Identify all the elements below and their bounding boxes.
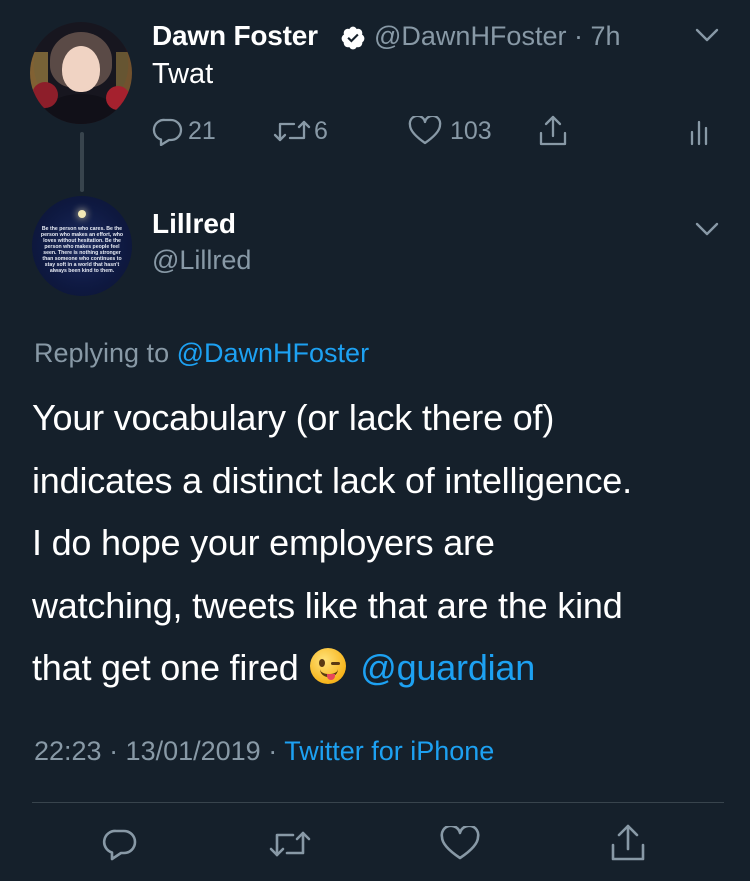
avatar-lillred[interactable]: Be the person who cares. Be the person w… <box>32 196 132 296</box>
reply-icon <box>152 118 183 146</box>
tweet-source-link[interactable]: Twitter for iPhone <box>284 736 494 766</box>
retweet-icon <box>273 120 311 142</box>
tweet-body: Your vocabulary (or lack there of) indic… <box>32 387 722 700</box>
tweet-body-line: Your vocabulary (or lack there of) <box>32 397 555 438</box>
author-handle[interactable]: @Lillred <box>152 245 251 276</box>
parent-analytics-button[interactable] <box>688 118 712 148</box>
parent-handle: @DawnHFoster <box>374 21 567 51</box>
parent-retweet-button[interactable]: 6 <box>272 116 328 146</box>
tweet-body-last-line: that get one fired @guardian <box>32 637 722 700</box>
reply-icon <box>102 829 137 861</box>
avatar-face <box>62 46 100 92</box>
parent-retweet-count: 6 <box>314 116 328 145</box>
replying-to-mention[interactable]: @DawnHFoster <box>177 338 369 368</box>
avatar-quote-text: Be the person who cares. Be the person w… <box>40 226 124 274</box>
winking-face-tongue-emoji-icon <box>310 648 347 684</box>
tweet-body-line: I do hope your employers are <box>32 522 495 563</box>
avatar-rose-right <box>106 86 130 110</box>
parent-time: · 7h <box>573 21 621 51</box>
tweet-meta: 22:23 · 13/01/2019 · Twitter for iPhone <box>34 736 494 767</box>
tweet-body-line: indicates a distinct lack of intelligenc… <box>32 459 632 501</box>
parent-like-count: 103 <box>450 116 492 145</box>
tweet-body-line: watching, tweets like that are the kind <box>32 584 623 626</box>
parent-reply-count: 21 <box>188 116 216 145</box>
replying-to: Replying to @DawnHFoster <box>34 338 369 369</box>
chevron-down-icon[interactable] <box>694 26 720 44</box>
parent-share-button[interactable] <box>538 114 568 148</box>
parent-reply-button[interactable]: 21 <box>152 116 216 146</box>
author-display-name[interactable]: Lillred <box>152 208 236 240</box>
divider <box>32 802 724 803</box>
parent-handle-time[interactable]: @DawnHFoster · 7h <box>374 21 621 52</box>
verified-badge-icon <box>341 26 365 50</box>
like-button[interactable] <box>440 824 480 867</box>
avatar-moon <box>78 210 86 218</box>
parent-like-button[interactable]: 103 <box>408 116 492 146</box>
retweet-icon <box>269 831 311 857</box>
analytics-icon <box>690 120 708 146</box>
parent-display-name[interactable]: Dawn Foster <box>152 20 318 52</box>
share-icon <box>539 115 567 146</box>
replying-prefix: Replying to <box>34 338 170 368</box>
guardian-mention-link[interactable]: @guardian <box>360 647 535 688</box>
tweet-body-line: that get one fired <box>32 647 299 688</box>
thread-connector-line <box>80 132 84 192</box>
parent-tweet-text: Twat <box>152 58 214 90</box>
tweet-timestamp: 22:23 · 13/01/2019 · <box>34 736 285 766</box>
heart-icon <box>440 824 480 860</box>
share-icon <box>611 824 645 861</box>
heart-icon <box>408 116 442 145</box>
share-button[interactable] <box>610 822 646 869</box>
retweet-button[interactable] <box>268 826 312 867</box>
avatar-rose-left <box>32 82 58 108</box>
chevron-down-icon[interactable] <box>694 220 720 238</box>
avatar-dawn-foster[interactable] <box>30 22 132 124</box>
reply-button[interactable] <box>102 826 138 867</box>
